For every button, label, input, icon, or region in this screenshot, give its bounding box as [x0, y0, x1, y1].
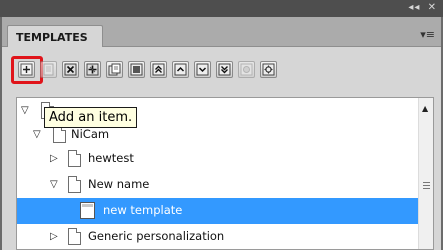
button-6[interactable]	[128, 61, 145, 78]
copy-icon	[108, 63, 121, 76]
move-up-button[interactable]	[172, 61, 189, 78]
button-5[interactable]	[106, 61, 123, 78]
toolbar	[2, 47, 441, 89]
button-11[interactable]	[238, 61, 255, 78]
move-top-button[interactable]	[150, 61, 167, 78]
collapse-arrow-icon[interactable]: ▽	[33, 129, 45, 141]
collapse-icon[interactable]: ◂◂	[408, 2, 420, 13]
button-12[interactable]	[260, 61, 277, 78]
page-icon	[43, 63, 54, 76]
tooltip: Add an item.	[44, 107, 138, 128]
tree-item-label: new template	[103, 203, 183, 217]
tree-item-new-name[interactable]: ▽ New name	[17, 172, 419, 198]
tree-item-label: New name	[88, 177, 150, 191]
circle-icon	[240, 63, 253, 76]
double-up-icon	[152, 63, 165, 76]
duplicate-icon	[130, 63, 143, 76]
tree-item-label: NiCam	[71, 127, 110, 141]
expand-arrow-icon[interactable]: ▷	[50, 153, 62, 165]
document-icon	[68, 150, 81, 167]
tree-item-generic-personalization[interactable]: ▷ Generic personalization	[17, 224, 419, 249]
add-item-button[interactable]	[18, 61, 35, 78]
document-icon	[53, 126, 66, 143]
move-down-button[interactable]	[194, 61, 211, 78]
tree-item-new-template[interactable]: new template	[17, 198, 419, 224]
panel-title-strip: ◂◂ ✕	[0, 0, 443, 17]
button-2[interactable]	[40, 61, 57, 78]
button-4[interactable]	[84, 61, 101, 78]
tree-item-label: hewtest	[88, 151, 134, 165]
panel-menu-icon[interactable]: ▾≡	[420, 28, 435, 41]
tree-item-label: Generic personalization	[88, 229, 225, 243]
collapse-arrow-icon[interactable]: ▽	[50, 179, 62, 191]
window-controls: ◂◂ ✕	[405, 2, 437, 13]
double-down-icon	[218, 63, 231, 76]
tab-templates[interactable]: TEMPLATES	[7, 25, 103, 48]
vertical-scrollbar[interactable]: ▲	[418, 98, 433, 249]
tab-label: TEMPLATES	[16, 31, 88, 44]
expand-arrow-icon[interactable]: ▷	[50, 231, 62, 243]
tree-item-hewtest[interactable]: ▷ hewtest	[17, 146, 419, 172]
delete-icon	[64, 63, 77, 76]
down-icon	[196, 63, 209, 76]
document-icon	[68, 176, 81, 193]
move-bottom-button[interactable]	[216, 61, 233, 78]
scroll-up-icon[interactable]: ▲	[422, 104, 428, 113]
document-icon	[68, 228, 81, 245]
plus-icon	[20, 63, 33, 76]
scroll-grip-icon[interactable]	[423, 182, 430, 189]
templates-panel: ◂◂ ✕ TEMPLATES ▾≡ ▽ ▽ NiCam ▷ hewtest ▽ …	[0, 0, 443, 250]
up-icon	[174, 63, 187, 76]
close-icon[interactable]: ✕	[428, 2, 437, 13]
delete-button[interactable]	[62, 61, 79, 78]
template-icon	[80, 202, 95, 219]
collapse-arrow-icon[interactable]: ▽	[21, 105, 33, 117]
move-icon	[86, 63, 99, 76]
tab-bar: TEMPLATES ▾≡	[2, 17, 441, 48]
settings-icon	[262, 63, 275, 76]
